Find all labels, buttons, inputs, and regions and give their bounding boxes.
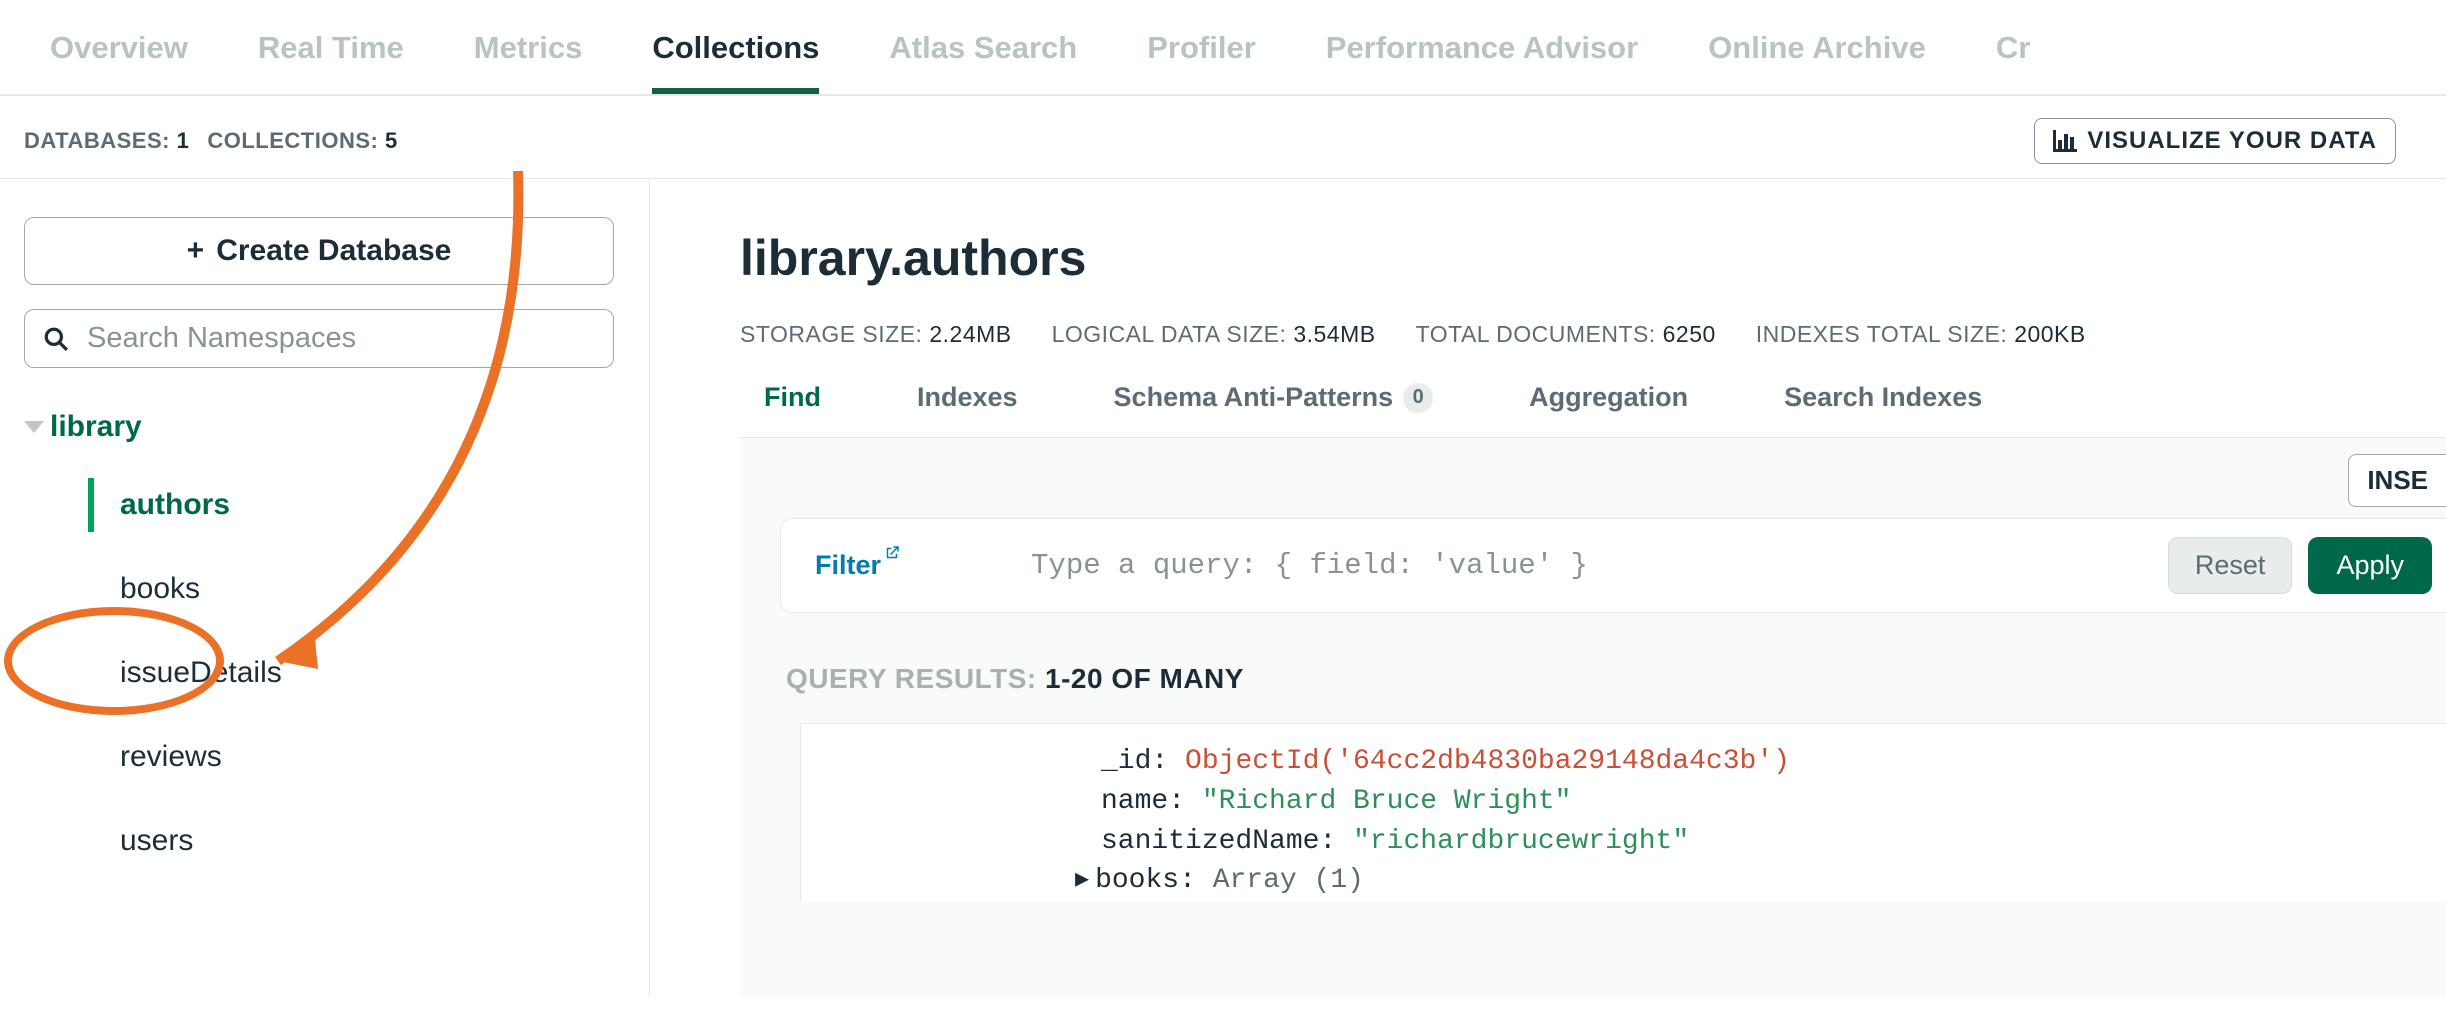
create-database-label: Create Database [216, 234, 451, 268]
doc-books-val: Array (1) [1213, 865, 1364, 896]
search-namespaces-input[interactable] [87, 322, 595, 355]
tab-atlas-search[interactable]: Atlas Search [889, 30, 1077, 94]
tab-collections[interactable]: Collections [652, 30, 819, 94]
tab-online-archive[interactable]: Online Archive [1708, 30, 1926, 94]
chart-icon [2053, 130, 2077, 152]
collection-reviews[interactable]: reviews [94, 730, 627, 784]
query-panel: INSE Filter Reset Apply QUERY RESULTS: 1… [740, 437, 2446, 997]
db-name: library [50, 410, 142, 444]
search-icon [43, 326, 69, 352]
tab-realtime[interactable]: Real Time [258, 30, 404, 94]
collection-authors[interactable]: authors [88, 478, 627, 532]
insert-document-button[interactable]: INSE [2348, 454, 2446, 507]
db-coll-counts: DATABASES: 1 COLLECTIONS: 5 [24, 128, 398, 154]
collection-stats: STORAGE SIZE: 2.24MB LOGICAL DATA SIZE: … [740, 321, 2446, 348]
tab-truncated[interactable]: Cr [1996, 30, 2030, 94]
collection-list: authors books issueDetails reviews users [94, 478, 627, 868]
search-namespaces[interactable] [24, 309, 614, 368]
visualize-data-button[interactable]: VISUALIZE YOUR DATA [2034, 118, 2396, 164]
results-range: 1-20 OF MANY [1045, 663, 1244, 694]
sidebar: + Create Database library authors books … [0, 179, 650, 997]
collections-count: 5 [385, 128, 398, 153]
expand-icon[interactable]: ▸ [1075, 865, 1089, 896]
doc-id-key: _id: [1101, 746, 1168, 777]
stat-logical-val: 3.54MB [1293, 321, 1375, 347]
filter-label-text: Filter [815, 550, 881, 581]
top-tabs: Overview Real Time Metrics Collections A… [0, 0, 2446, 96]
doc-san-val: "richardbrucewright" [1353, 826, 1689, 857]
db-node-library[interactable]: library [24, 410, 627, 444]
collection-sub-tabs: Find Indexes Schema Anti-Patterns 0 Aggr… [740, 382, 2446, 413]
collections-label: COLLECTIONS: [207, 128, 378, 153]
stat-storage-label: STORAGE SIZE: [740, 321, 922, 347]
subtab-aggregation[interactable]: Aggregation [1529, 382, 1688, 413]
doc-books-key: books: [1095, 865, 1196, 896]
doc-name-key: name: [1101, 786, 1185, 817]
visualize-label: VISUALIZE YOUR DATA [2087, 127, 2377, 155]
stat-docs-val: 6250 [1663, 321, 1716, 347]
create-database-button[interactable]: + Create Database [24, 217, 614, 285]
collection-issuedetails[interactable]: issueDetails [94, 646, 627, 700]
tab-metrics[interactable]: Metrics [474, 30, 583, 94]
subtab-indexes[interactable]: Indexes [917, 382, 1018, 413]
subtab-anti-label: Schema Anti-Patterns [1114, 382, 1394, 413]
plus-icon: + [187, 234, 205, 268]
stat-storage-val: 2.24MB [929, 321, 1011, 347]
document-row: _id: ObjectId('64cc2db4830ba29148da4c3b'… [800, 723, 2446, 901]
tab-profiler[interactable]: Profiler [1147, 30, 1256, 94]
stat-indexes-label: INDEXES TOTAL SIZE: [1756, 321, 2008, 347]
info-bar: DATABASES: 1 COLLECTIONS: 5 VISUALIZE YO… [0, 96, 2446, 179]
doc-name-val: "Richard Bruce Wright" [1202, 786, 1572, 817]
stat-indexes-val: 200KB [2014, 321, 2086, 347]
stat-logical-label: LOGICAL DATA SIZE: [1052, 321, 1287, 347]
filter-input[interactable] [911, 549, 2158, 582]
databases-label: DATABASES: [24, 128, 170, 153]
tab-overview[interactable]: Overview [50, 30, 188, 94]
external-link-icon [883, 544, 901, 567]
collection-title: library.authors [740, 229, 2446, 287]
doc-id-val: ObjectId('64cc2db4830ba29148da4c3b') [1185, 746, 1790, 777]
main: library.authors STORAGE SIZE: 2.24MB LOG… [650, 179, 2446, 997]
query-results-header: QUERY RESULTS: 1-20 OF MANY [786, 663, 2446, 695]
stat-docs-label: TOTAL DOCUMENTS: [1416, 321, 1656, 347]
results-label: QUERY RESULTS: [786, 663, 1037, 694]
collection-users[interactable]: users [94, 814, 627, 868]
tab-perf-advisor[interactable]: Performance Advisor [1326, 30, 1638, 94]
filter-link[interactable]: Filter [815, 550, 901, 581]
doc-san-key: sanitizedName: [1101, 826, 1336, 857]
reset-button[interactable]: Reset [2168, 537, 2293, 594]
databases-count: 1 [177, 128, 190, 153]
collection-books[interactable]: books [94, 562, 627, 616]
anti-badge: 0 [1403, 383, 1433, 413]
subtab-search-indexes[interactable]: Search Indexes [1784, 382, 1982, 413]
subtab-anti-patterns[interactable]: Schema Anti-Patterns 0 [1114, 382, 1434, 413]
chevron-down-icon [24, 421, 44, 433]
subtab-find[interactable]: Find [764, 382, 821, 413]
apply-button[interactable]: Apply [2308, 537, 2432, 594]
filter-bar: Filter Reset Apply [780, 518, 2446, 613]
